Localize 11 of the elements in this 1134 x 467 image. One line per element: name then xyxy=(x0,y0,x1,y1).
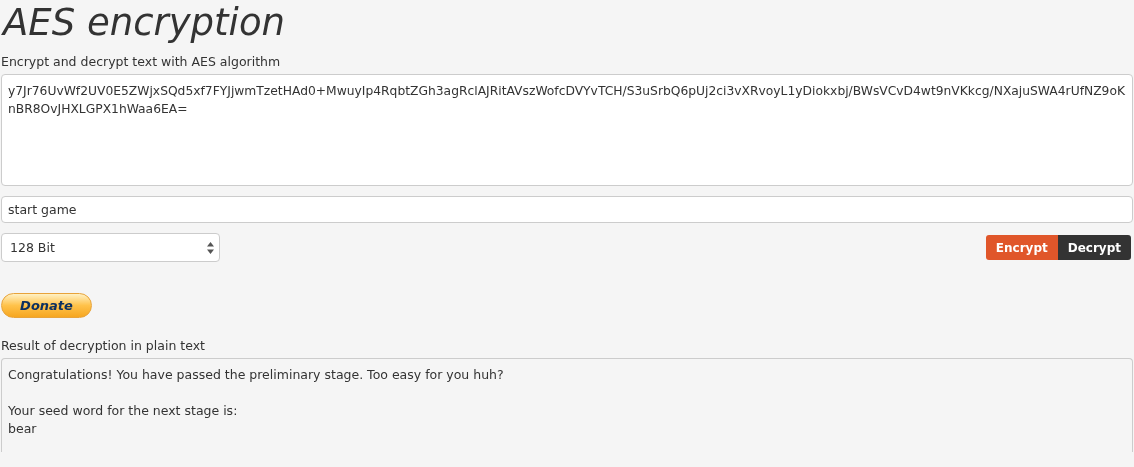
key-field[interactable]: start game xyxy=(1,196,1133,223)
key-size-select[interactable]: 128 Bit xyxy=(1,233,220,262)
decrypt-button[interactable]: Decrypt xyxy=(1057,235,1131,260)
donate-button[interactable]: Donate xyxy=(1,293,92,318)
result-label: Result of decryption in plain text xyxy=(1,338,206,354)
result-field[interactable]: Congratulations! You have passed the preliminary stage. Too easy for you huh? Your seed word for the next stage is: bear xyxy=(1,358,1133,452)
page-subtitle: Encrypt and decrypt text with AES algorithm xyxy=(1,54,282,70)
encrypt-button[interactable]: Encrypt xyxy=(985,235,1058,260)
page-title: AES encryption xyxy=(1,0,286,46)
select-arrows-icon xyxy=(207,241,214,254)
ciphertext-field[interactable]: y7Jr76UvWf2UV0E5ZWjxSQd5xf7FYJjwmTzetHAd0+MwuyIp4RqbtZGh3agRclAJRitAVszWofcDVYvTCH/S3uSrbQ6pUj2ci3vXRvoyL1yDiokxbj/BWsVCvD4wt9nVKkcg/NXajuSWA4rUfNZ9oKnBR8OvJHXLGPX1hWaa6EA= xyxy=(1,74,1133,186)
